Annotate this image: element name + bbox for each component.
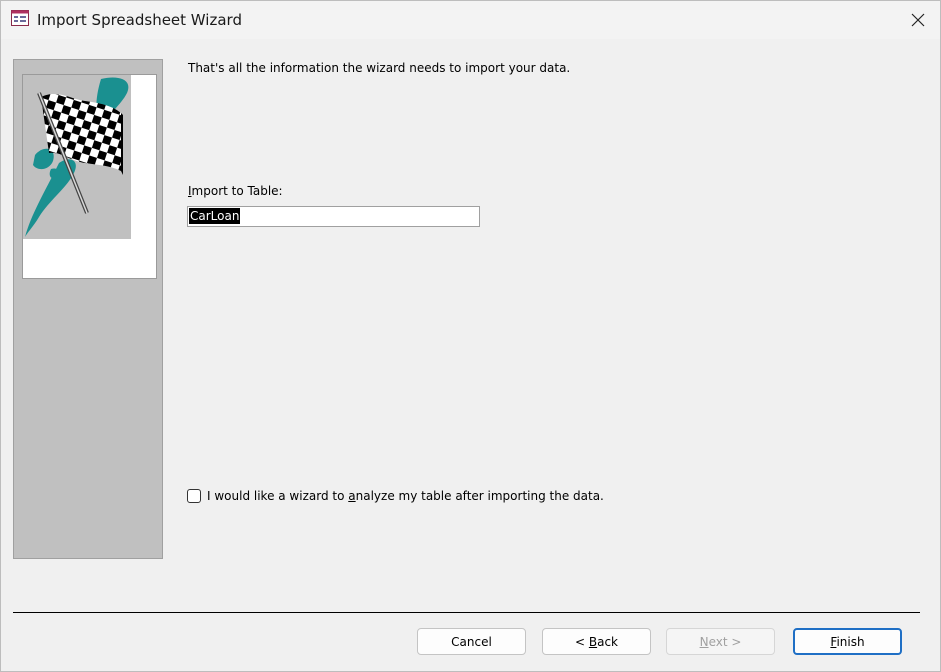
window-title: Import Spreadsheet Wizard <box>37 11 242 29</box>
finish-button-label: Finish <box>830 635 864 649</box>
finish-button[interactable]: Finish <box>793 628 902 655</box>
close-icon <box>911 13 925 27</box>
import-label-text: mport to Table: <box>191 184 283 198</box>
back-label-post: ack <box>597 634 618 649</box>
back-label-accelerator: B <box>588 634 598 649</box>
cancel-button[interactable]: Cancel <box>417 628 526 655</box>
analyze-label-post: nalyze my table after importing the data… <box>355 489 604 503</box>
checkered-flag-illustration <box>22 74 157 279</box>
import-table-name-value: CarLoan <box>189 208 241 224</box>
title-bar: Import Spreadsheet Wizard <box>1 1 940 39</box>
cancel-button-label: Cancel <box>451 634 492 649</box>
next-label-accelerator: N <box>699 634 709 649</box>
button-separator <box>13 612 920 613</box>
analyze-table-label: I would like a wizard to analyze my tabl… <box>207 489 604 503</box>
finish-label-post: inish <box>836 634 865 649</box>
checkered-flag-icon <box>23 75 131 239</box>
next-button-label: Next > <box>700 635 742 649</box>
back-button-label: < Back <box>575 635 618 649</box>
analyze-table-checkbox[interactable] <box>187 489 201 503</box>
analyze-table-option[interactable]: I would like a wizard to analyze my tabl… <box>187 489 604 503</box>
wizard-window: Import Spreadsheet Wizard That's all the… <box>0 0 941 672</box>
import-table-name-input[interactable]: CarLoan <box>187 206 480 227</box>
next-label-post: ext > <box>708 634 742 649</box>
wizard-image-panel <box>13 59 163 559</box>
wizard-app-icon <box>11 10 29 26</box>
import-to-table-label: Import to Table: <box>188 184 283 198</box>
intro-text: That's all the information the wizard ne… <box>188 61 571 75</box>
analyze-label-accelerator: a <box>348 489 356 503</box>
analyze-label-pre: I would like a wizard to <box>207 489 349 503</box>
back-label-pre: < <box>574 634 589 649</box>
next-button[interactable]: Next > <box>666 628 775 655</box>
back-button[interactable]: < Back <box>542 628 651 655</box>
close-button[interactable] <box>896 1 940 39</box>
